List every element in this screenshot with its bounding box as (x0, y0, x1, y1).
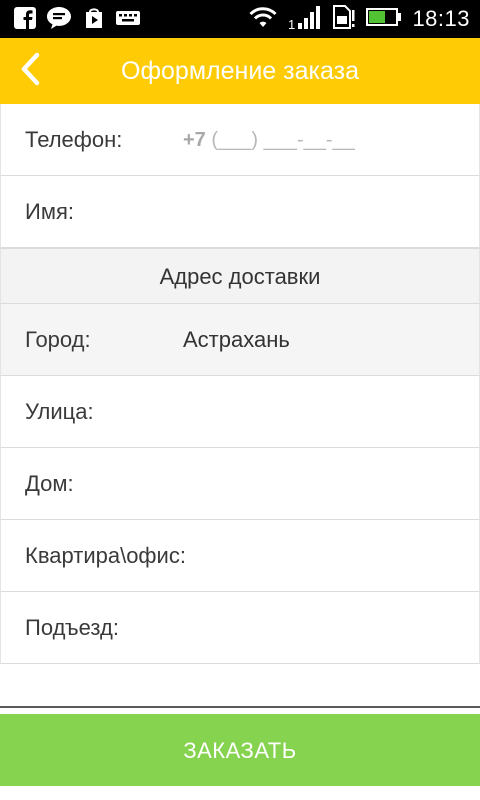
chevron-left-icon (19, 52, 41, 91)
apartment-row[interactable]: Квартира\офис: (0, 520, 480, 592)
name-input[interactable] (181, 188, 469, 238)
facebook-icon (14, 7, 36, 34)
street-input[interactable] (181, 388, 469, 438)
app-header: Оформление заказа (0, 38, 480, 104)
house-row[interactable]: Дом: (0, 448, 480, 520)
notification-icons (14, 6, 140, 35)
house-label: Дом: (25, 471, 74, 496)
status-bar: 1 18:13 (0, 0, 480, 38)
phone-input[interactable]: +7 (___) ___-__-__ (183, 104, 355, 176)
address-section-header: Адрес доставки (0, 248, 480, 304)
order-button[interactable]: ЗАКАЗАТЬ (0, 714, 480, 786)
battery-icon (366, 7, 402, 32)
system-icons: 1 18:13 (248, 4, 470, 34)
play-store-icon (82, 6, 106, 35)
phone-row[interactable]: Телефон: +7 (___) ___-__-__ (0, 104, 480, 176)
name-row[interactable]: Имя: (0, 176, 480, 248)
order-form: Телефон: +7 (___) ___-__-__ Имя: Адрес д… (0, 104, 480, 664)
keyboard-icon (116, 9, 140, 32)
city-label: Город: (25, 327, 91, 352)
street-label: Улица: (25, 399, 94, 424)
street-row[interactable]: Улица: (0, 376, 480, 448)
order-screen: 1 18:13 Оформление заказа Телефон: +7 (_… (0, 0, 480, 800)
entrance-label: Подъезд: (25, 615, 119, 640)
svg-text:1: 1 (288, 17, 295, 30)
house-input[interactable] (181, 460, 469, 510)
chat-icon (46, 6, 72, 35)
apartment-label: Квартира\офис: (25, 543, 186, 568)
signal-icon: 1 (288, 4, 322, 35)
sim-card-icon (332, 4, 356, 35)
entrance-row[interactable]: Подъезд: (0, 592, 480, 664)
back-button[interactable] (0, 38, 60, 104)
name-label: Имя: (25, 199, 74, 224)
wifi-icon (248, 5, 278, 34)
clock: 18:13 (412, 6, 470, 31)
city-value[interactable]: Астрахань (183, 304, 290, 376)
page-title: Оформление заказа (121, 57, 359, 85)
phone-label: Телефон: (25, 127, 123, 152)
apartment-input[interactable] (221, 532, 469, 582)
phone-mask: (___) ___-__-__ (211, 129, 355, 151)
entrance-input[interactable] (181, 604, 469, 654)
city-row[interactable]: Город: Астрахань (0, 304, 480, 376)
divider (0, 706, 480, 708)
phone-prefix: +7 (183, 129, 206, 151)
